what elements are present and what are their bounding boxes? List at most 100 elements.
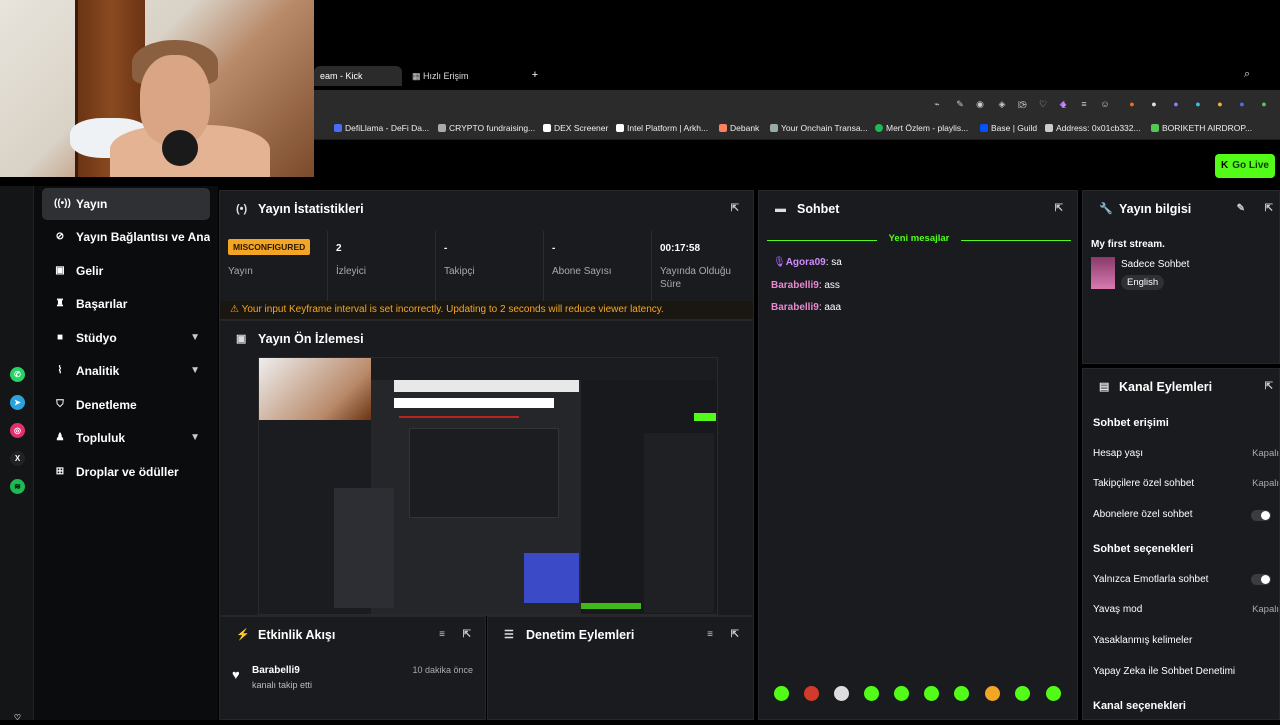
menu-icon[interactable]: ≡ <box>1078 98 1090 110</box>
popout-icon[interactable]: ⇱ <box>1265 191 1273 227</box>
gift-icon: ⊞ <box>55 466 65 477</box>
sidebar-item-analitik[interactable]: ⌇ Analitik ▼ <box>42 355 210 387</box>
emote-4-icon[interactable] <box>864 686 879 701</box>
edit-icon[interactable]: ✎ <box>954 98 966 110</box>
emote-5-icon[interactable] <box>894 686 909 701</box>
heart-icon[interactable]: ♡ <box>1037 98 1049 110</box>
followers-only-row[interactable]: Takipçilere özel sohbet Kapalı <box>1093 478 1279 489</box>
chevron-down-icon: ▼ <box>190 365 200 376</box>
camera-icon[interactable]: ◉ <box>974 98 986 110</box>
extension-4-icon[interactable]: ● <box>1214 98 1226 110</box>
whatsapp-icon[interactable]: ✆ <box>10 367 25 382</box>
popout-icon[interactable]: ⇱ <box>731 617 739 653</box>
tab-quick-access[interactable]: ▦ Hızlı Erişim <box>406 66 475 86</box>
sidebar-item-gelir[interactable]: ▣ Gelir <box>42 255 210 287</box>
panel-header: (•) Yayın İstatistikleri ⇱ <box>220 191 753 227</box>
popout-icon[interactable]: ⇱ <box>731 191 739 227</box>
screenshot-icon[interactable]: ⌁ <box>931 98 943 110</box>
extension-fox-icon[interactable]: ● <box>1126 98 1138 110</box>
emote-10-icon[interactable] <box>1046 686 1061 701</box>
sidebar-item-stream-key[interactable]: ⊘Yayın Bağlantısı ve Anahtarı <box>42 221 210 253</box>
bookmark-spotify[interactable]: Mert Özlem - playlis... <box>875 123 968 133</box>
sidebar-item-droplar[interactable]: ⊞ Droplar ve ödüller <box>42 456 210 488</box>
bookmark-dexscreener[interactable]: DEX Screener <box>543 123 608 133</box>
panel-header: ⚡ Etkinlik Akışı ≡ ⇱ <box>220 617 485 653</box>
extension-2-icon[interactable]: ● <box>1170 98 1182 110</box>
new-tab-button[interactable]: + <box>528 68 542 82</box>
bookmark-address[interactable]: Address: 0x01cb332... <box>1045 123 1141 133</box>
telegram-icon[interactable]: ➤ <box>10 395 25 410</box>
chevron-down-icon: ▼ <box>190 432 200 443</box>
panel-title: Yayın bilgisi <box>1119 202 1192 216</box>
play-icon[interactable]: ▷ <box>1016 98 1028 110</box>
chat-message[interactable]: 🎙Agora09: sa <box>773 257 842 268</box>
emotes-only-toggle[interactable] <box>1251 574 1271 585</box>
sidebar-item-basarilar[interactable]: ♜ Başarılar <box>42 288 210 320</box>
sidebar-item-yayin[interactable]: ((•)) Yayın <box>42 188 210 220</box>
download-icon[interactable]: ⤓ <box>1058 98 1070 110</box>
popout-icon[interactable]: ⇱ <box>1265 369 1273 405</box>
category-name[interactable]: Sadece Sohbet <box>1121 259 1189 270</box>
stream-preview-video[interactable] <box>258 357 718 615</box>
go-live-button[interactable]: K Go Live <box>1215 154 1275 178</box>
bookmark-arkham[interactable]: Intel Platform | Arkh... <box>616 123 708 133</box>
tab-kick-dashboard[interactable]: eam - Kick Dashboard <box>314 66 402 101</box>
shield-icon[interactable]: ◈ <box>996 98 1008 110</box>
emote-6-icon[interactable] <box>924 686 939 701</box>
emote-9-icon[interactable] <box>1015 686 1030 701</box>
bookmarks-bar: DefiLlama - DeFi Da... CRYPTO fundraisin… <box>314 118 1280 140</box>
emote-3-icon[interactable] <box>834 686 849 701</box>
sidebar-item-studyo[interactable]: ■ Stüdyo ▼ <box>42 322 210 354</box>
chat-message[interactable]: Barabelli9: ass <box>771 280 840 291</box>
filter-icon[interactable]: ≡ <box>707 617 713 653</box>
banned-words-row[interactable]: Yasaklanmış kelimeler <box>1093 635 1192 646</box>
bookmark-onchain[interactable]: Your Onchain Transa... <box>770 123 868 133</box>
panel-title: Sohbet <box>797 202 840 216</box>
subs-only-toggle[interactable] <box>1251 510 1271 521</box>
kick-logo-icon: K <box>1221 160 1229 171</box>
emote-2-icon[interactable] <box>804 686 819 701</box>
panel-header: ▣ Yayın Ön İzlemesi <box>220 321 753 357</box>
stat-uptime: 00:17:58 Yayında Olduğu Süre <box>660 243 731 290</box>
list-icon: ☰ <box>504 629 514 641</box>
popout-icon[interactable]: ⇱ <box>1055 191 1063 227</box>
panel-header: ▤ Kanal Eylemleri ⇱ <box>1083 369 1279 405</box>
ai-moderation-row[interactable]: Yapay Zeka ile Sohbet Denetimi <box>1093 666 1235 677</box>
stat-viewers: 2 İzleyici <box>328 231 436 301</box>
broadcast-icon: ((•)) <box>54 198 71 209</box>
chat-message[interactable]: Barabelli9: aaa <box>771 302 841 313</box>
panel-header: ▬ Sohbet ⇱ <box>759 191 1077 227</box>
emote-1-icon[interactable] <box>774 686 789 701</box>
community-icon: ♟ <box>55 432 65 443</box>
account-age-row[interactable]: Hesap yaşı Kapalı <box>1093 448 1279 459</box>
emote-7-icon[interactable] <box>954 686 969 701</box>
search-tabs-icon[interactable]: ⌕ <box>1244 68 1250 81</box>
event-user: Barabelli9 <box>252 665 300 676</box>
sidebar-item-denetleme[interactable]: ⛉ Denetleme <box>42 389 210 421</box>
bookmark-debank[interactable]: Debank <box>719 123 759 133</box>
heart-outline-icon[interactable]: ♡ <box>10 710 25 725</box>
keyframe-warning: ⚠ Your input Keyframe interval is set in… <box>220 301 753 319</box>
spotify-icon[interactable]: ≋ <box>10 479 25 494</box>
grid-icon: ▦ <box>412 71 424 81</box>
extension-3-icon[interactable]: ● <box>1192 98 1204 110</box>
profile-icon[interactable]: ☺ <box>1099 98 1111 110</box>
bookmark-defillama[interactable]: DefiLlama - DeFi Da... <box>334 123 429 133</box>
wrench-icon: 🔧 <box>1099 203 1113 215</box>
popout-icon[interactable]: ⇱ <box>463 617 471 653</box>
extension-6-icon[interactable]: ● <box>1258 98 1270 110</box>
instagram-icon[interactable]: ◎ <box>10 423 25 438</box>
filter-icon[interactable]: ≡ <box>439 617 445 653</box>
event-time: 10 dakika önce <box>412 665 473 675</box>
extension-1-icon[interactable]: ● <box>1148 98 1160 110</box>
edit-icon[interactable]: ✎ <box>1237 191 1245 227</box>
bookmark-crypto[interactable]: CRYPTO fundraising... <box>438 123 535 133</box>
browser-toolbar: ⌁ ✎ ◉ ◈ ◷ ▷ ♡ ◆ ⤓ ≡ ☺ ● ● ● ● ● ● ● <box>314 90 1280 118</box>
sidebar-item-topluluk[interactable]: ♟ Topluluk ▼ <box>42 422 210 454</box>
bookmark-base-guild[interactable]: Base | Guild <box>980 123 1037 133</box>
extension-5-icon[interactable]: ● <box>1236 98 1248 110</box>
slow-mode-row[interactable]: Yavaş mod Kapalı <box>1093 604 1279 615</box>
x-icon[interactable]: X <box>10 451 25 466</box>
emote-8-icon[interactable] <box>985 686 1000 701</box>
bookmark-boriketh[interactable]: BORIKETH AIRDROP... <box>1151 123 1252 133</box>
